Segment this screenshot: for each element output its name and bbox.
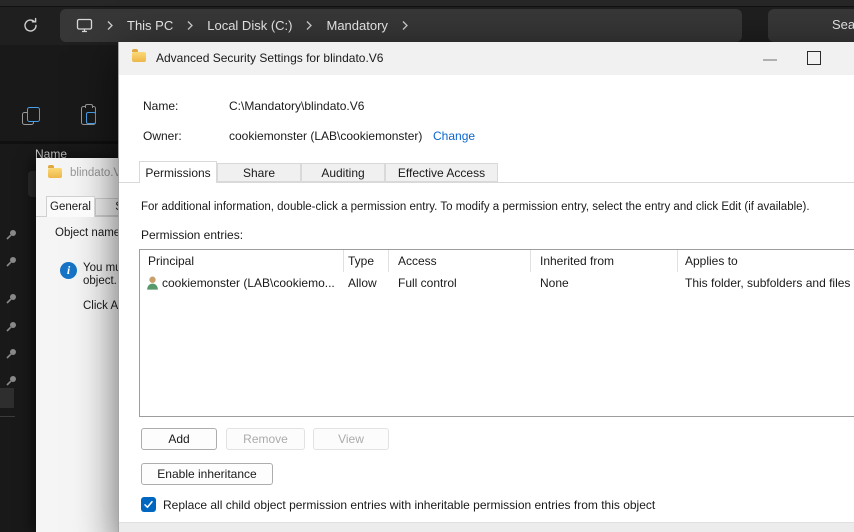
- folder-icon: [48, 165, 62, 178]
- properties-title: blindato.V: [70, 167, 122, 179]
- refresh-icon[interactable]: [22, 17, 39, 34]
- remove-button[interactable]: Remove: [226, 428, 305, 450]
- dialog-title: Advanced Security Settings for blindato.…: [156, 51, 384, 65]
- user-icon: [145, 275, 160, 291]
- dialog-titlebar: Advanced Security Settings for blindato.…: [119, 42, 854, 75]
- cell-type: Allow: [348, 276, 377, 290]
- info-text-line: object.: [83, 275, 117, 287]
- replace-permissions-checkbox[interactable]: [141, 497, 156, 512]
- chevron-right-icon: [305, 20, 313, 31]
- paste-icon[interactable]: [81, 104, 99, 127]
- column-divider: [530, 250, 531, 272]
- folder-icon: [132, 49, 146, 62]
- dialog-instructions: For additional information, double-click…: [141, 201, 810, 213]
- nav-item-highlight[interactable]: [0, 388, 14, 408]
- replace-permissions-label: Replace all child object permission entr…: [163, 498, 656, 512]
- table-row[interactable]: cookiemonster (LAB\cookiemo... Allow Ful…: [140, 272, 854, 295]
- search-text: Sea: [832, 17, 854, 32]
- column-divider: [388, 250, 389, 272]
- column-header-inherited-from[interactable]: Inherited from: [540, 254, 614, 268]
- column-header-access[interactable]: Access: [398, 254, 437, 268]
- tab-divider: [119, 182, 854, 183]
- tab-general[interactable]: General: [46, 196, 95, 217]
- chevron-right-icon: [186, 20, 194, 31]
- name-value: C:\Mandatory\blindato.V6: [229, 99, 365, 113]
- permission-entries-table: Principal Type Access Inherited from App…: [139, 249, 854, 417]
- tab-permissions[interactable]: Permissions: [139, 161, 217, 183]
- cell-inherited-from: None: [540, 276, 569, 290]
- change-owner-link[interactable]: Change: [433, 129, 475, 143]
- tab-auditing[interactable]: Auditing: [301, 163, 385, 182]
- breadcrumb-bar: This PC Local Disk (C:) Mandatory: [60, 9, 742, 42]
- breadcrumb-mandatory[interactable]: Mandatory: [326, 18, 387, 33]
- pin-icon[interactable]: [5, 292, 19, 306]
- search-input[interactable]: Sea: [768, 9, 854, 42]
- pin-icon[interactable]: [5, 374, 19, 388]
- toolbar-separator: [0, 141, 118, 144]
- breadcrumb-local-disk-c[interactable]: Local Disk (C:): [207, 18, 292, 33]
- info-icon: i: [60, 262, 77, 279]
- column-header-type[interactable]: Type: [348, 254, 374, 268]
- pin-icon[interactable]: [5, 347, 19, 361]
- add-button[interactable]: Add: [141, 428, 217, 450]
- column-header-principal[interactable]: Principal: [148, 254, 194, 268]
- owner-label: Owner:: [143, 129, 182, 143]
- name-label: Name:: [143, 99, 179, 113]
- pin-icon[interactable]: [5, 320, 19, 334]
- nav-separator: [0, 416, 15, 417]
- owner-value: cookiemonster (LAB\cookiemonster): [229, 129, 423, 143]
- dialog-footer: [119, 522, 854, 532]
- column-divider: [343, 250, 344, 272]
- tab-effective-access[interactable]: Effective Access: [385, 163, 498, 182]
- object-name-label: Object name: [55, 227, 121, 239]
- pin-icon[interactable]: [5, 228, 19, 242]
- screen: This PC Local Disk (C:) Mandatory Sea Na…: [0, 0, 854, 532]
- enable-inheritance-button[interactable]: Enable inheritance: [141, 463, 273, 485]
- cell-principal: cookiemonster (LAB\cookiemo...: [162, 276, 335, 290]
- breadcrumb-this-pc[interactable]: This PC: [127, 18, 173, 33]
- tab-share[interactable]: Share: [217, 163, 301, 182]
- view-button[interactable]: View: [313, 428, 389, 450]
- window-titlebar-edge: [0, 0, 854, 7]
- cell-applies-to: This folder, subfolders and files: [685, 276, 851, 290]
- minimize-button[interactable]: [763, 59, 777, 61]
- column-divider: [677, 250, 678, 272]
- pin-icon[interactable]: [5, 255, 19, 269]
- cell-access: Full control: [398, 276, 457, 290]
- maximize-button[interactable]: [807, 51, 821, 65]
- column-header-applies-to[interactable]: Applies to: [685, 254, 738, 268]
- chevron-right-icon: [401, 20, 409, 31]
- copy-icon[interactable]: [22, 107, 42, 127]
- chevron-right-icon: [106, 20, 114, 31]
- advanced-security-dialog: Advanced Security Settings for blindato.…: [118, 42, 854, 532]
- permission-entries-label: Permission entries:: [141, 228, 244, 242]
- this-pc-icon: [76, 18, 93, 33]
- explorer-toolbar: This PC Local Disk (C:) Mandatory Sea: [0, 0, 854, 45]
